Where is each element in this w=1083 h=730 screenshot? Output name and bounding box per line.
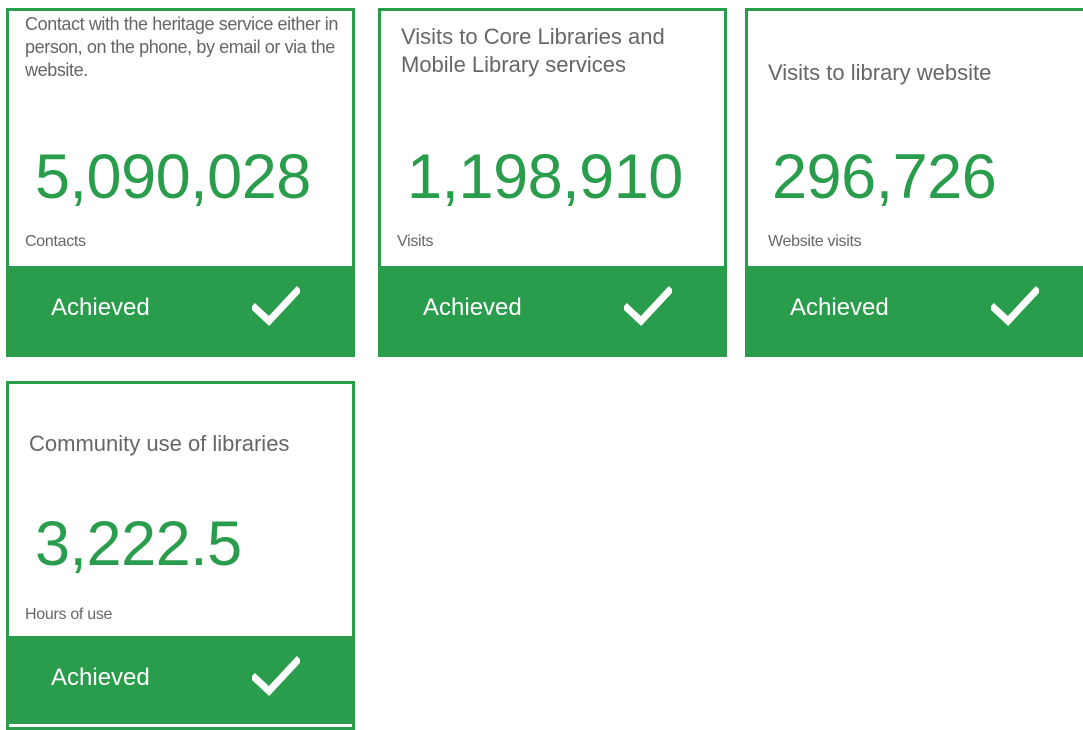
kpi-card-value: 1,198,910 [407,142,683,212]
kpi-card-community-use: Community use of libraries 3,222.5 Hours… [6,381,355,730]
status-label: Achieved [790,294,889,321]
kpi-card-title: Community use of libraries [29,431,290,456]
check-icon [991,286,1039,326]
kpi-card-title: Contact with the heritage service either… [25,14,338,80]
kpi-card-library-visits: Visits to Core Libraries and Mobile Libr… [378,8,727,357]
kpi-card-value: 5,090,028 [35,142,311,212]
kpi-card-unit: Visits [397,233,434,250]
kpi-card-body: Visits to library website 296,726 Websit… [748,11,1083,269]
kpi-card-unit: Hours of use [25,606,113,623]
kpi-card-unit: Website visits [768,233,862,250]
kpi-card-unit: Contacts [25,233,86,250]
check-icon [252,286,300,326]
kpi-card-body: Visits to Core Libraries and Mobile Libr… [381,11,724,269]
kpi-card-status-bar: Achieved [748,266,1083,354]
kpi-card-body: Community use of libraries 3,222.5 Hours… [9,384,352,642]
kpi-card-status-bar: Achieved [9,636,352,724]
check-icon [624,286,672,326]
status-label: Achieved [51,294,150,321]
kpi-card-value: 3,222.5 [35,509,242,579]
status-label: Achieved [423,294,522,321]
kpi-card-title: Visits to Core Libraries and Mobile Libr… [401,24,665,77]
kpi-card-status-bar: Achieved [381,266,724,354]
kpi-card-website-visits: Visits to library website 296,726 Websit… [745,8,1083,357]
check-icon [252,656,300,696]
kpi-card-body: Contact with the heritage service either… [9,11,352,269]
kpi-card-title: Visits to library website [768,60,992,85]
status-label: Achieved [51,664,150,691]
kpi-card-heritage-contacts: Contact with the heritage service either… [6,8,355,357]
kpi-card-status-bar: Achieved [9,266,352,354]
kpi-card-value: 296,726 [772,142,997,212]
